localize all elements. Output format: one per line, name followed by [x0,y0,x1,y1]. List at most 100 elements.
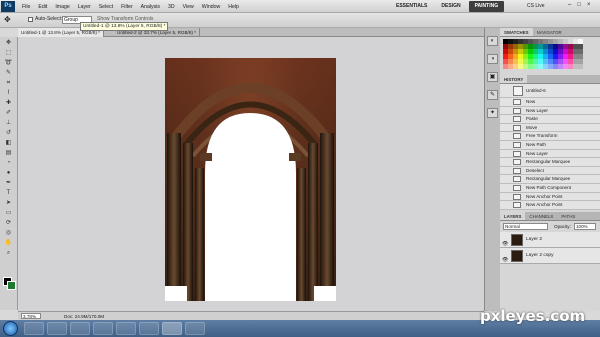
workspace-design[interactable]: DESIGN [435,1,466,12]
color-panel-icon[interactable]: ◐ [487,36,498,46]
type-tool-icon[interactable]: T [4,189,14,197]
tab-channels[interactable]: CHANNELS [525,212,557,220]
tab-history[interactable]: HISTORY [500,75,528,83]
swatch-grid[interactable] [500,37,600,71]
menu-view[interactable]: View [183,4,194,10]
history-step-icon [513,167,521,174]
color-swatch[interactable] [578,64,583,69]
history-item[interactable]: New [500,98,600,107]
visibility-eye-icon[interactable]: 👁 [502,252,508,268]
history-step-icon [513,184,521,191]
quick-select-icon[interactable]: ✎ [4,69,14,77]
menu-select[interactable]: Select [99,4,113,10]
taskbar-ie-icon[interactable] [24,322,44,335]
layer-row[interactable]: 👁 Layer 2 [500,231,600,248]
healing-brush-icon[interactable]: ✚ [4,99,14,107]
blur-tool-icon[interactable]: ◔ [4,159,14,167]
history-item[interactable]: New Path Component [500,183,600,193]
zoom-tool-icon[interactable]: ⌕ [4,249,14,257]
history-item[interactable]: New Path [500,140,600,150]
taskbar-explorer-icon[interactable] [47,322,67,335]
auto-select[interactable]: Auto-Select: [28,16,62,22]
crop-tool-icon[interactable]: ⌗ [4,79,14,87]
masks-icon[interactable]: ▣ [487,72,498,82]
history-item[interactable]: Rectangular Marquee [500,158,600,167]
history-item[interactable]: Deselect [500,166,600,176]
history-item[interactable]: New Anchor Point [500,192,600,202]
maximize-icon[interactable]: □ [577,2,581,8]
taskbar-firefox-icon[interactable] [93,322,113,335]
history-step-icon [513,193,521,200]
marquee-tool-icon[interactable]: ⬚ [4,49,14,57]
tab-navigator[interactable]: NAVIGATOR [533,28,566,36]
document-canvas[interactable] [165,58,336,301]
menu-layer[interactable]: Layer [78,4,91,10]
pen-tool-icon[interactable]: ✒ [4,179,14,187]
menu-filter[interactable]: Filter [121,4,133,10]
taskbar-app3-icon[interactable] [185,322,205,335]
path-select-icon[interactable]: ➤ [4,199,14,207]
menu-edit[interactable]: Edit [38,4,47,10]
dodge-tool-icon[interactable]: ● [4,169,14,177]
taskbar-app2-icon[interactable] [139,322,159,335]
canvas-area [18,37,484,311]
background-color[interactable] [7,281,16,290]
layer-row[interactable]: 👁 Layer 2 copy [500,247,600,264]
menu-analysis[interactable]: Analysis [141,4,160,10]
history-item[interactable]: New Layer [500,106,600,116]
taskbar-media-icon[interactable] [70,322,90,335]
arch-artwork [165,58,336,301]
history-item[interactable]: New Layer [500,149,600,159]
opacity-label: Opacity: [554,223,571,229]
minimize-icon[interactable]: – [568,2,571,8]
shape-tool-icon[interactable]: ▭ [4,209,14,217]
history-step-icon [513,99,521,105]
history-item[interactable]: Move [500,123,600,133]
window-controls: – □ × [568,2,590,8]
eyedropper-icon[interactable]: ⌇ [4,89,14,97]
taskbar-photoshop-icon[interactable] [162,322,182,335]
history-item[interactable]: New Anchor Point [500,201,600,210]
start-button[interactable] [3,321,18,336]
tab-paths[interactable]: PATHS [557,212,579,220]
menu-file[interactable]: File [22,4,30,10]
clone-source-icon[interactable]: ✦ [487,108,498,118]
history-step-icon [513,176,521,183]
move-tool-icon[interactable]: ✥ [4,39,14,47]
menu-image[interactable]: Image [55,4,69,10]
blend-mode-select[interactable]: Normal [503,222,548,230]
close-icon[interactable]: × [587,2,591,8]
clone-stamp-icon[interactable]: ⊥ [4,119,14,127]
3d-orbit-icon[interactable]: ◎ [4,229,14,237]
tab-layers[interactable]: LAYERS [500,211,526,220]
3d-rotate-icon[interactable]: ⟳ [4,219,14,227]
menu-window[interactable]: Window [202,4,220,10]
adjustments-icon[interactable]: ◑ [487,54,498,64]
lasso-tool-icon[interactable]: ➰ [4,59,14,67]
hand-tool-icon[interactable]: ✋ [4,239,14,247]
menu-help[interactable]: Help [228,4,239,10]
brush-tool-icon[interactable]: ✐ [4,109,14,117]
brush-presets-icon[interactable]: ✎ [487,90,498,100]
auto-select-checkbox[interactable] [28,16,33,22]
opacity-value[interactable]: 100% [574,222,596,230]
menu-3d[interactable]: 3D [168,4,175,10]
history-item[interactable]: Rectangular Marquee [500,175,600,184]
history-brush-icon[interactable]: ↺ [4,129,14,137]
menu-list: File Edit Image Layer Select Filter Analysis 3D… [22,0,239,13]
tab-swatches[interactable]: SWATCHES [500,28,533,36]
history-snapshot[interactable]: Untitled-6 [500,84,600,98]
zoom-level[interactable]: 3.78% [21,313,41,319]
eraser-icon[interactable]: ◧ [4,139,14,147]
workspace-painting[interactable]: PAINTING [468,1,505,12]
tools-panel: ✥ ⬚ ➰ ✎ ⌗ ⌇ ✚ ✐ ⊥ ↺ ◧ ▤ ◔ ● ✒ T ➤ ▭ ⟳ ◎ … [0,37,18,310]
history-item[interactable]: Free Transform [500,132,600,141]
layer-thumbnail [511,233,523,246]
layers-list: 👁 Layer 2 👁 Layer 2 copy [500,231,600,264]
taskbar-app-icon[interactable] [116,322,136,335]
gradient-tool-icon[interactable]: ▤ [4,149,14,157]
move-tool-icon[interactable]: ✥ [4,15,11,24]
workspace-essentials[interactable]: ESSENTIALS [390,1,433,12]
history-item[interactable]: Paste [500,115,600,124]
cs-live-button[interactable]: CS Live [527,1,545,12]
